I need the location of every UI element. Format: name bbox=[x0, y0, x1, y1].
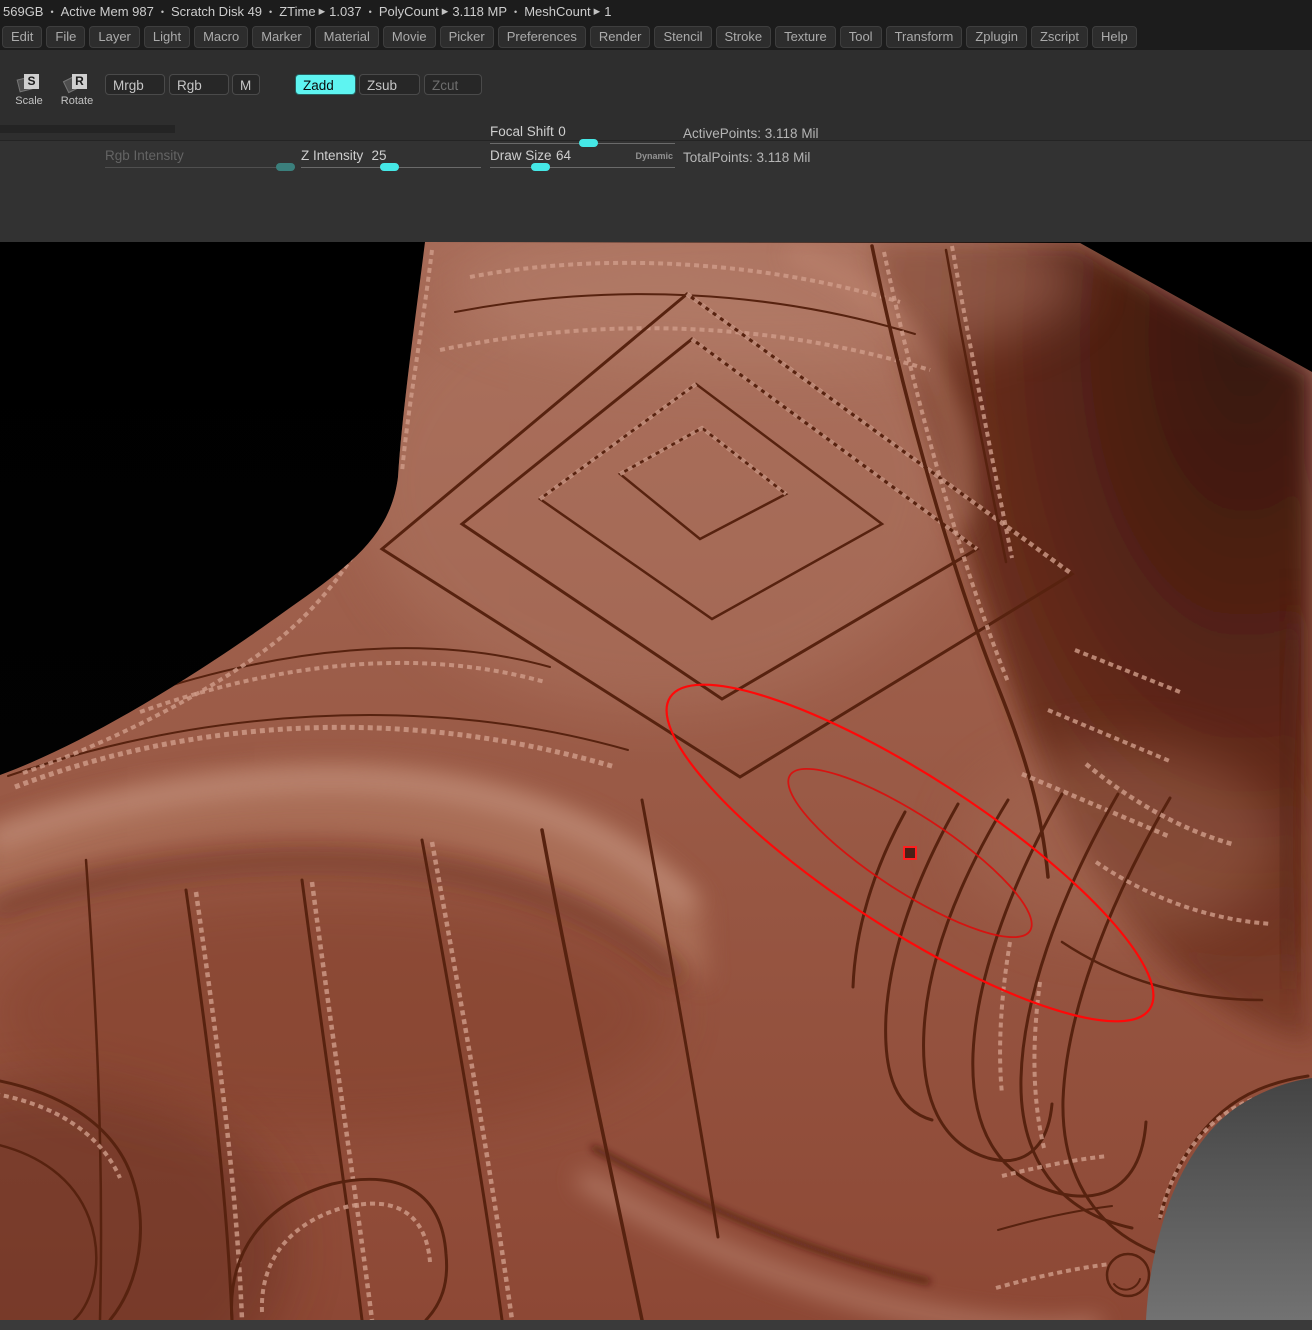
menu-item[interactable]: Picker bbox=[440, 26, 494, 48]
bottom-bar bbox=[0, 1320, 1312, 1330]
menu-bar: Edit File Layer Light Macro Marker Mater… bbox=[0, 23, 1312, 50]
focal-shift-value: 0 bbox=[558, 124, 566, 139]
zsub-button[interactable]: Zsub bbox=[359, 74, 420, 95]
scale-tool[interactable]: S Scale bbox=[10, 74, 48, 107]
total-points-readout: TotalPoints: 3.118 Mil bbox=[683, 150, 810, 165]
z-intensity-label: Z Intensity bbox=[301, 148, 363, 163]
status-item: 569GB bbox=[3, 4, 43, 19]
status-label: 569GB bbox=[3, 4, 43, 19]
z-intensity-value: 25 bbox=[368, 148, 387, 163]
rotate-icon-letter: R bbox=[72, 74, 87, 89]
menu-item[interactable]: Material bbox=[315, 26, 379, 48]
bullet-separator: • bbox=[50, 7, 53, 17]
draw-size-handle[interactable] bbox=[531, 163, 550, 171]
tray-divider-notch bbox=[0, 125, 175, 133]
status-label: Scratch Disk 49 bbox=[171, 4, 262, 19]
menu-item[interactable]: Light bbox=[144, 26, 190, 48]
status-label: PolyCount bbox=[379, 4, 439, 19]
rotate-label: Rotate bbox=[58, 95, 96, 107]
menu-item[interactable]: Zplugin bbox=[966, 26, 1027, 48]
m-button[interactable]: M bbox=[232, 74, 260, 95]
sculpt-canvas[interactable] bbox=[0, 242, 1312, 1320]
menu-item[interactable]: Stroke bbox=[716, 26, 772, 48]
rotate-tool[interactable]: R Rotate bbox=[58, 74, 96, 107]
rgb-intensity-handle[interactable] bbox=[276, 163, 295, 171]
menu-item[interactable]: Zscript bbox=[1031, 26, 1088, 48]
status-value: 3.118 MP bbox=[452, 4, 507, 19]
focal-shift-handle[interactable] bbox=[579, 139, 598, 147]
menu-item[interactable]: Tool bbox=[840, 26, 882, 48]
rotate-icon: R bbox=[65, 74, 89, 94]
arrow-icon: ▶ bbox=[594, 6, 601, 17]
status-label: MeshCount bbox=[524, 4, 590, 19]
menu-item[interactable]: Movie bbox=[383, 26, 436, 48]
menu-item[interactable]: Render bbox=[590, 26, 651, 48]
menu-item[interactable]: File bbox=[46, 26, 85, 48]
status-item: • Active Mem 987 bbox=[43, 4, 153, 19]
rgb-button[interactable]: Rgb bbox=[169, 74, 229, 95]
status-value: 1.037 bbox=[329, 4, 362, 19]
menu-item[interactable]: Texture bbox=[775, 26, 836, 48]
scale-icon: S bbox=[17, 74, 41, 94]
z-intensity-slider[interactable]: Z Intensity 25 bbox=[301, 147, 481, 171]
bullet-separator: • bbox=[369, 7, 372, 17]
dynamic-toggle[interactable]: Dynamic bbox=[635, 151, 673, 161]
toolbar: S Scale R Rotate Mrgb Rgb M Rgb Intensit… bbox=[0, 50, 1312, 140]
rgb-intensity-label: Rgb Intensity bbox=[105, 148, 184, 163]
draw-size-track[interactable] bbox=[490, 167, 675, 168]
menu-item[interactable]: Preferences bbox=[498, 26, 586, 48]
status-bar: 569GB • Active Mem 987 • Scratch Disk 49 •… bbox=[0, 0, 1312, 23]
bullet-separator: • bbox=[269, 7, 272, 17]
menu-item[interactable]: Layer bbox=[89, 26, 140, 48]
status-label: ZTime bbox=[279, 4, 315, 19]
viewport-svg bbox=[0, 242, 1312, 1320]
menu-item[interactable]: Help bbox=[1092, 26, 1137, 48]
draw-size-value: 64 bbox=[556, 148, 571, 163]
status-value: 1 bbox=[604, 4, 611, 19]
draw-size-slider[interactable]: Draw Size 64 Dynamic bbox=[490, 147, 675, 171]
scale-icon-letter: S bbox=[24, 74, 39, 89]
menu-item[interactable]: Edit bbox=[2, 26, 42, 48]
menu-item[interactable]: Transform bbox=[886, 26, 963, 48]
rgb-intensity-track[interactable] bbox=[105, 167, 295, 168]
zadd-button[interactable]: Zadd bbox=[295, 74, 356, 95]
menu-item[interactable]: Stencil bbox=[654, 26, 711, 48]
bullet-separator: • bbox=[161, 7, 164, 17]
focal-shift-slider[interactable]: Focal Shift 0 bbox=[490, 123, 675, 147]
status-item: • PolyCount▶3.118 MP bbox=[362, 4, 507, 19]
menu-item[interactable]: Marker bbox=[252, 26, 310, 48]
draw-size-label: Draw Size bbox=[490, 148, 552, 163]
status-item: • Scratch Disk 49 bbox=[154, 4, 262, 19]
active-points-readout: ActivePoints: 3.118 Mil bbox=[683, 126, 819, 141]
status-item: • MeshCount ▶1 bbox=[507, 4, 611, 19]
arrow-icon: ▶ bbox=[442, 6, 449, 17]
status-item: • ZTime ▶1.037 bbox=[262, 4, 362, 19]
rgb-intensity-slider[interactable]: Rgb Intensity bbox=[105, 147, 295, 171]
arrow-icon: ▶ bbox=[319, 6, 326, 17]
brush-cursor-center-point bbox=[904, 847, 916, 859]
menu-item[interactable]: Macro bbox=[194, 26, 248, 48]
z-intensity-handle[interactable] bbox=[380, 163, 399, 171]
mrgb-button[interactable]: Mrgb bbox=[105, 74, 165, 95]
status-label: Active Mem 987 bbox=[61, 4, 154, 19]
focal-shift-label: Focal Shift bbox=[490, 124, 554, 139]
scale-label: Scale bbox=[10, 95, 48, 107]
bullet-separator: • bbox=[514, 7, 517, 17]
zcut-button[interactable]: Zcut bbox=[424, 74, 482, 95]
